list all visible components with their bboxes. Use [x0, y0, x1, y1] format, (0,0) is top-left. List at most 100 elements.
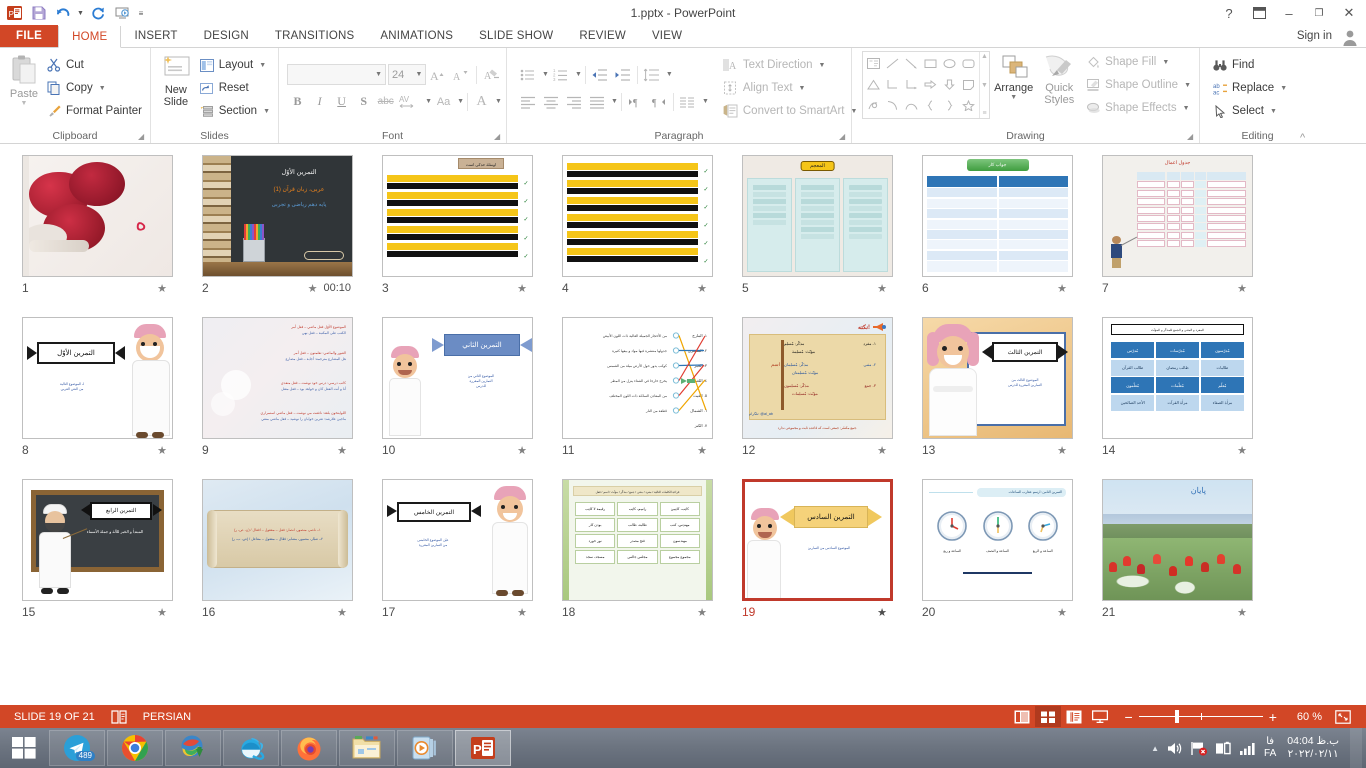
columns-dropdown-icon[interactable]: ▼: [702, 98, 709, 105]
font-name-input[interactable]: ▼: [287, 64, 386, 85]
slide-preview-16[interactable]: ١– ناصر، منصور، انصار: فعل – مفعول – افع…: [202, 479, 353, 601]
transition-star-icon[interactable]: ★: [1057, 282, 1067, 295]
transition-star-icon[interactable]: ★: [877, 282, 887, 295]
decrease-indent-button[interactable]: [589, 64, 611, 86]
shape-down-arrow-icon[interactable]: [940, 74, 959, 95]
collapse-ribbon-button[interactable]: ^: [1300, 134, 1309, 143]
taskbar-item-file-explorer[interactable]: [339, 730, 395, 766]
taskbar-item-idm[interactable]: [165, 730, 221, 766]
shape-line-icon[interactable]: [883, 53, 902, 74]
font-color-dropdown-icon[interactable]: ▼: [495, 98, 502, 105]
slide-preview-3[interactable]: اومثلة حدکی است ✓✓✓✓✓: [382, 155, 533, 277]
shapes-gallery[interactable]: ▲ ▼ ≡: [862, 51, 990, 119]
increase-font-size-button[interactable]: A: [428, 64, 449, 86]
zoom-slider-handle[interactable]: [1175, 710, 1179, 723]
shape-outline-dropdown-icon[interactable]: ▼: [1184, 82, 1191, 89]
transition-star-icon[interactable]: ★: [697, 444, 707, 457]
shape-curve-icon[interactable]: [902, 95, 921, 116]
section-button[interactable]: Section ▼: [197, 100, 274, 122]
transition-star-icon[interactable]: ★: [157, 444, 167, 457]
transition-star-icon[interactable]: ★: [157, 606, 167, 619]
shape-oval-icon[interactable]: [940, 53, 959, 74]
battery-icon[interactable]: [1215, 741, 1232, 756]
slide-preview-11[interactable]: ١. المارج ٢. المشترى ٣. الخبز ٤. اللغم ٥…: [562, 317, 713, 439]
taskbar-item-media-player[interactable]: [397, 730, 453, 766]
show-hidden-icons-button[interactable]: ▲: [1151, 744, 1159, 753]
zoom-out-button[interactable]: −: [1119, 712, 1139, 722]
shape-scribble-icon[interactable]: [864, 95, 883, 116]
transition-star-icon[interactable]: ★: [1057, 444, 1067, 457]
tab-design[interactable]: DESIGN: [191, 25, 262, 47]
shape-fill-dropdown-icon[interactable]: ▼: [1162, 59, 1169, 66]
zoom-slider[interactable]: − +: [1119, 712, 1283, 722]
ltr-direction-button[interactable]: ¶: [625, 91, 647, 113]
taskbar-item-chrome[interactable]: [107, 730, 163, 766]
clock[interactable]: ب.ظ 04:04 ٢٠٢٢/٠٢/١١: [1283, 735, 1343, 761]
shapes-scroll-down-icon[interactable]: ▼: [981, 82, 988, 89]
sign-in-link[interactable]: Sign in: [1297, 25, 1332, 47]
clipboard-dialog-launcher[interactable]: ◢: [138, 132, 147, 141]
slide-preview-6[interactable]: جواب کار: [922, 155, 1073, 277]
slide-thumbnail-18[interactable]: قراءة الكلمات التالية / مفرد / مثنى / جم…: [562, 477, 742, 639]
shape-fill-button[interactable]: Shape Fill ▼: [1083, 51, 1195, 73]
slide-thumbnail-17[interactable]: التمرين الخامس عيّن الموضوع الخامسمن الت…: [382, 477, 562, 639]
change-case-button[interactable]: Aa: [433, 91, 454, 113]
slide-preview-8[interactable]: التمرين الأوّل لـ الموضوع التاليةمن النص…: [22, 317, 173, 439]
transition-star-icon[interactable]: ★: [1057, 606, 1067, 619]
slide-preview-21[interactable]: پایان: [1102, 479, 1253, 601]
paragraph-dialog-launcher[interactable]: ◢: [839, 132, 848, 141]
transition-star-icon[interactable]: ★: [697, 282, 707, 295]
slide-thumbnail-16[interactable]: ١– ناصر، منصور، انصار: فعل – مفعول – افع…: [202, 477, 382, 639]
slide-thumbnail-21[interactable]: پایان 21 ★: [1102, 477, 1282, 639]
columns-button[interactable]: [677, 91, 699, 113]
slide-thumbnail-8[interactable]: التمرين الأوّل لـ الموضوع التاليةمن النص…: [22, 315, 202, 477]
underline-button[interactable]: U: [331, 91, 352, 113]
slide-thumbnail-19[interactable]: التمرين السادس الموضوع السادس من التماري…: [742, 477, 922, 639]
slide-thumbnail-7[interactable]: جدول اعمال: [1102, 153, 1282, 315]
shape-textbox-icon[interactable]: [864, 53, 883, 74]
reading-view-button[interactable]: [1061, 706, 1087, 727]
slide-counter[interactable]: SLIDE 19 OF 21: [6, 705, 103, 728]
undo-dropdown-icon[interactable]: ▼: [76, 2, 85, 24]
shapes-scroll-up-icon[interactable]: ▲: [981, 53, 988, 60]
arrange-dropdown-icon[interactable]: ▼: [1010, 94, 1017, 101]
slide-preview-18[interactable]: قراءة الكلمات التالية / مفرد / مثنى / جم…: [562, 479, 713, 601]
slide-show-button[interactable]: [1087, 706, 1113, 727]
slide-preview-20[interactable]: التمرين الثامن: ارسم عقارب الساعات. السا…: [922, 479, 1073, 601]
font-name-dropdown-icon[interactable]: ▼: [375, 71, 382, 78]
slide-thumbnail-9[interactable]: الموضوع الأوّل فعل ماضي – فعل أمر الكتب …: [202, 315, 382, 477]
character-spacing-dropdown-icon[interactable]: ▼: [425, 98, 432, 105]
bold-button[interactable]: B: [287, 91, 308, 113]
transition-star-icon[interactable]: ★: [517, 606, 527, 619]
slide-preview-2[interactable]: التمرين الأوّل عربی، زبان قرآن (1) پایه …: [202, 155, 353, 277]
maximize-button[interactable]: ❐: [1304, 1, 1334, 25]
tab-review[interactable]: REVIEW: [566, 25, 639, 47]
shape-effects-dropdown-icon[interactable]: ▼: [1183, 105, 1190, 112]
tab-file[interactable]: FILE: [0, 25, 58, 47]
shape-triangle-icon[interactable]: [864, 74, 883, 95]
volume-icon[interactable]: [1166, 741, 1183, 756]
align-text-button[interactable]: Align Text ▼: [721, 77, 862, 99]
bullets-button[interactable]: [517, 64, 539, 86]
line-spacing-dropdown-icon[interactable]: ▼: [666, 71, 673, 78]
slide-sorter-view-button[interactable]: [1035, 706, 1061, 727]
taskbar-item-telegram[interactable]: 489: [49, 730, 105, 766]
zoom-slider-track[interactable]: [1139, 716, 1263, 717]
shape-arrow-icon[interactable]: [902, 53, 921, 74]
change-case-dropdown-icon[interactable]: ▼: [457, 98, 464, 105]
replace-button[interactable]: abac Replace ▼: [1210, 77, 1291, 99]
select-dropdown-icon[interactable]: ▼: [1270, 108, 1277, 115]
slide-preview-5[interactable]: المعجم: [742, 155, 893, 277]
tab-transitions[interactable]: TRANSITIONS: [262, 25, 368, 47]
character-spacing-button[interactable]: AV: [397, 91, 422, 113]
shape-elbow-connector-icon[interactable]: [883, 74, 902, 95]
align-left-button[interactable]: [517, 91, 539, 113]
signal-icon[interactable]: [1239, 741, 1257, 756]
numbering-dropdown-icon[interactable]: ▼: [575, 71, 582, 78]
find-button[interactable]: Find: [1210, 54, 1291, 76]
transition-star-icon[interactable]: ★: [517, 282, 527, 295]
line-spacing-button[interactable]: [641, 64, 663, 86]
format-painter-button[interactable]: Format Painter: [44, 100, 146, 122]
quick-styles-button[interactable]: Quick Styles: [1037, 51, 1081, 106]
slide-thumbnail-5[interactable]: المعجم: [742, 153, 922, 315]
